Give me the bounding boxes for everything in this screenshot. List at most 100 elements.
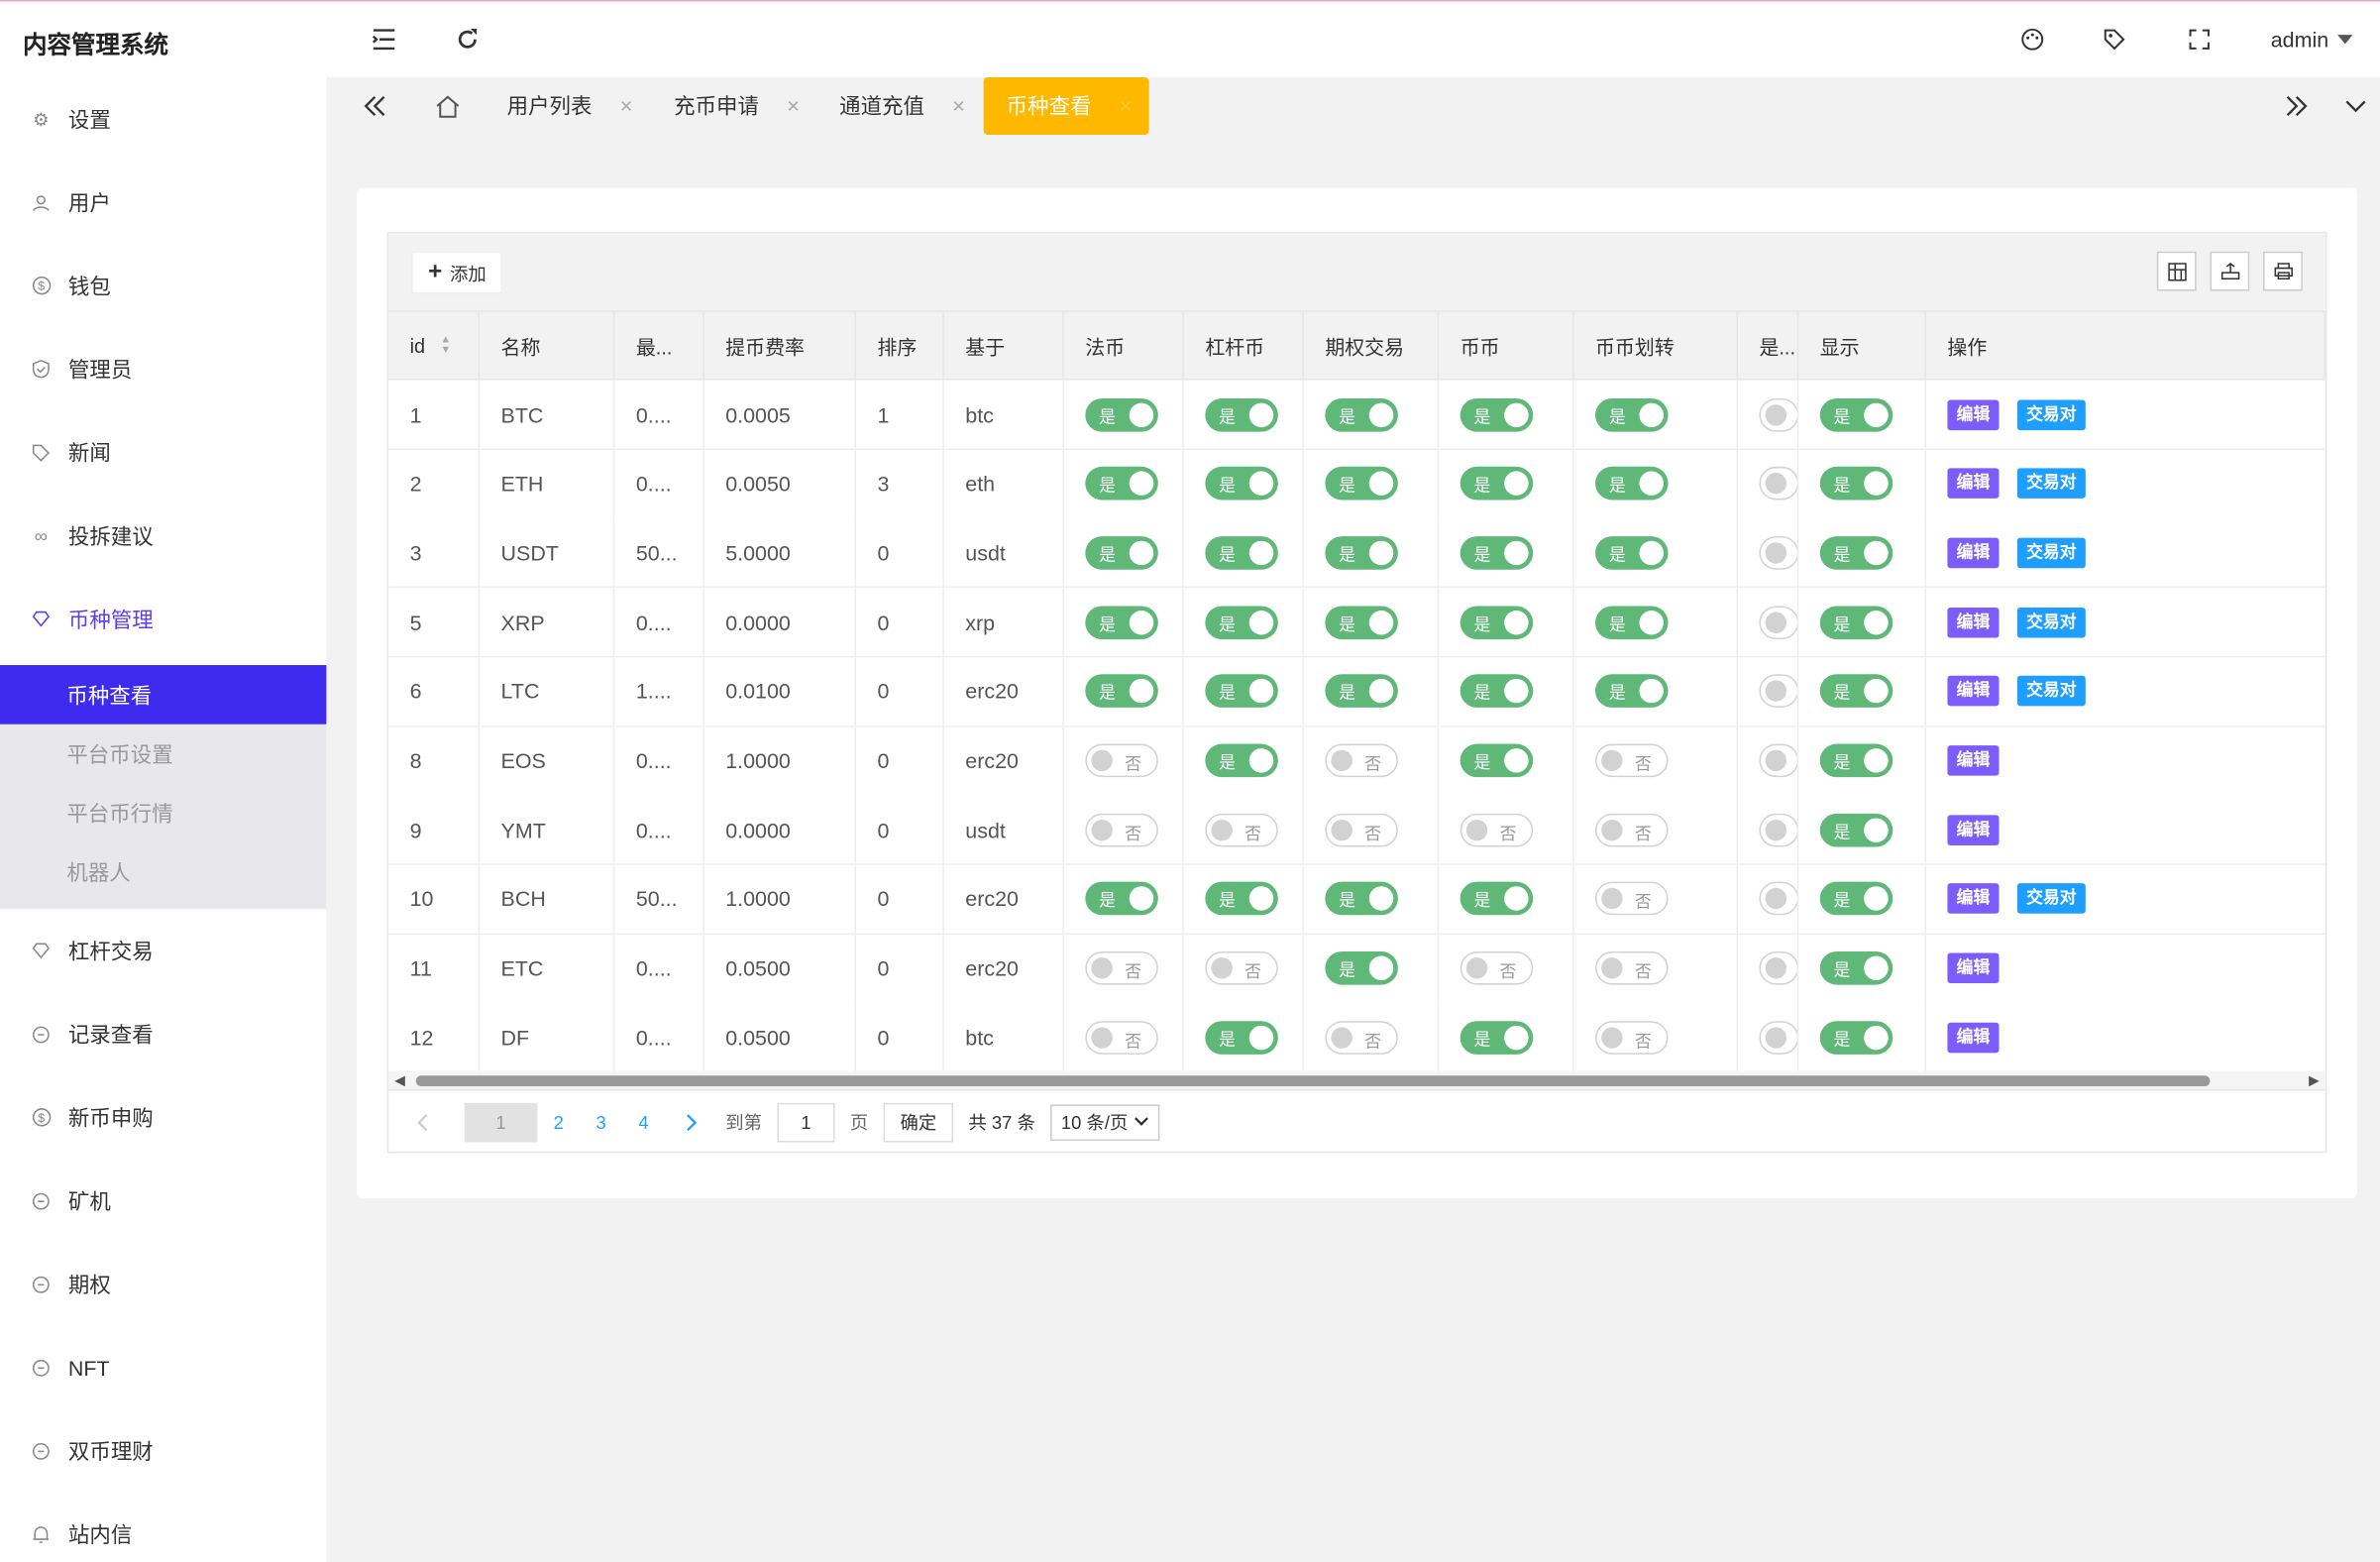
edit-button[interactable]: 编辑 [1947,607,2000,637]
edit-button[interactable]: 编辑 [1947,398,2000,430]
tab-user-list[interactable]: 用户列表 ✕ [507,77,633,135]
show-toggle[interactable]: 是 [1819,467,1893,501]
flag-toggle[interactable] [1759,467,1797,501]
transfer-toggle[interactable]: 是 [1595,397,1669,431]
option-toggle[interactable]: 是 [1325,882,1398,916]
fiat-toggle[interactable]: 是 [1085,397,1158,431]
tabs-dropdown[interactable] [2345,77,2366,135]
tab-deposit-requests[interactable]: 充币申请 ✕ [674,77,800,135]
next-page-button[interactable] [671,1102,713,1142]
menu-icon[interactable] [366,21,402,57]
flag-toggle[interactable] [1759,674,1797,709]
scroll-left-arrow[interactable]: ◀ [394,1072,405,1089]
sidebar-item-news[interactable]: 新闻 [0,410,326,494]
refresh-icon[interactable] [449,21,486,57]
flag-toggle[interactable] [1759,743,1797,778]
lever-toggle[interactable]: 是 [1205,882,1278,916]
flag-toggle[interactable] [1759,1020,1797,1055]
transfer-toggle[interactable]: 否 [1595,813,1669,847]
option-toggle[interactable]: 是 [1325,397,1398,431]
page-current[interactable]: 1 [464,1102,538,1142]
trading-pair-button[interactable]: 交易对 [2016,676,2086,707]
sidebar-item-leverage[interactable]: 杠杆交易 [0,909,326,992]
sidebar-item-nft[interactable]: NFT [0,1326,326,1409]
transfer-toggle[interactable]: 是 [1595,605,1669,639]
sidebar-item-wallet[interactable]: $ 钱包 [0,244,326,327]
coin-toggle[interactable]: 是 [1460,674,1534,709]
horizontal-scrollbar[interactable]: ◀ ▶ [388,1070,2326,1090]
show-toggle[interactable]: 是 [1819,951,1893,985]
show-toggle[interactable]: 是 [1819,1020,1893,1055]
submenu-item-coin-view[interactable]: 币种查看 [0,665,327,725]
coin-toggle[interactable]: 否 [1460,951,1534,985]
tab-channel-deposit[interactable]: 通道充值 ✕ [839,77,965,135]
lever-toggle[interactable]: 是 [1205,743,1278,778]
fiat-toggle[interactable]: 是 [1085,605,1158,639]
edit-button[interactable]: 编辑 [1947,814,2000,845]
lever-toggle[interactable]: 是 [1205,397,1278,431]
fiat-toggle[interactable]: 是 [1085,535,1158,570]
transfer-toggle[interactable]: 是 [1595,467,1669,501]
transfer-toggle[interactable]: 否 [1595,743,1669,778]
page-3[interactable]: 3 [580,1102,622,1142]
fiat-toggle[interactable]: 是 [1085,674,1158,709]
flag-toggle[interactable] [1759,882,1797,916]
option-toggle[interactable]: 是 [1325,467,1398,501]
add-button[interactable]: + 添加 [411,251,503,294]
show-toggle[interactable]: 是 [1819,605,1893,639]
fullscreen-icon[interactable] [2181,21,2218,57]
submenu-item-platform-coin-settings[interactable]: 平台币设置 [0,725,326,784]
sidebar-item-miner[interactable]: 矿机 [0,1159,326,1242]
tab-coin-view[interactable]: 币种查看 ✕ [983,76,1149,136]
tabs-scroll-right[interactable] [2285,77,2310,135]
page-size-select[interactable]: 10 条/页 [1050,1103,1160,1141]
close-icon[interactable]: ✕ [619,96,633,116]
edit-button[interactable]: 编辑 [1947,745,2000,776]
sidebar-item-admins[interactable]: 管理员 [0,327,326,410]
show-toggle[interactable]: 是 [1819,743,1893,778]
transfer-toggle[interactable]: 是 [1595,674,1669,709]
flag-toggle[interactable] [1759,397,1797,431]
show-toggle[interactable]: 是 [1819,397,1893,431]
option-toggle[interactable]: 否 [1325,743,1398,778]
transfer-toggle[interactable]: 是 [1595,535,1669,570]
trading-pair-button[interactable]: 交易对 [2016,537,2086,569]
sidebar-item-settings[interactable]: ⚙ 设置 [0,77,326,161]
fiat-toggle[interactable]: 是 [1085,467,1158,501]
coin-toggle[interactable]: 是 [1460,605,1534,639]
option-toggle[interactable]: 否 [1325,813,1398,847]
trading-pair-button[interactable]: 交易对 [2016,468,2086,500]
flag-toggle[interactable] [1759,605,1797,639]
lever-toggle[interactable]: 是 [1205,674,1278,709]
fiat-toggle[interactable]: 是 [1085,882,1158,916]
sidebar-item-coin-management[interactable]: 币种管理 [0,577,326,660]
edit-button[interactable]: 编辑 [1947,952,2000,984]
lever-toggle[interactable]: 否 [1205,813,1278,847]
option-toggle[interactable]: 是 [1325,535,1398,570]
goto-page-input[interactable]: 1 [777,1102,835,1142]
scroll-right-arrow[interactable]: ▶ [2309,1072,2320,1089]
show-toggle[interactable]: 是 [1819,813,1893,847]
close-icon[interactable]: ✕ [952,96,966,116]
submenu-item-robot[interactable]: 机器人 [0,842,326,902]
coin-toggle[interactable]: 是 [1460,397,1534,431]
transfer-toggle[interactable]: 否 [1595,1020,1669,1055]
trading-pair-button[interactable]: 交易对 [2016,607,2086,637]
edit-button[interactable]: 编辑 [1947,1022,2000,1054]
close-icon[interactable]: ✕ [787,96,801,116]
option-toggle[interactable]: 是 [1325,674,1398,709]
lever-toggle[interactable]: 是 [1205,605,1278,639]
sidebar-item-new-coin[interactable]: $ 新币申购 [0,1075,326,1159]
fiat-toggle[interactable]: 否 [1085,1020,1158,1055]
flag-toggle[interactable] [1759,813,1797,847]
coin-toggle[interactable]: 是 [1460,1020,1534,1055]
sidebar-item-records[interactable]: 记录查看 [0,992,326,1075]
coin-toggle[interactable]: 是 [1460,743,1534,778]
sidebar-item-messages[interactable]: 站内信 [0,1493,326,1562]
header-col-id[interactable]: id ▲ ▼ [388,311,481,380]
columns-button[interactable] [2156,251,2197,291]
option-toggle[interactable]: 是 [1325,605,1398,639]
prev-page-button[interactable] [400,1102,443,1142]
edit-button[interactable]: 编辑 [1947,537,2000,569]
user-menu[interactable]: admin [2271,28,2353,52]
